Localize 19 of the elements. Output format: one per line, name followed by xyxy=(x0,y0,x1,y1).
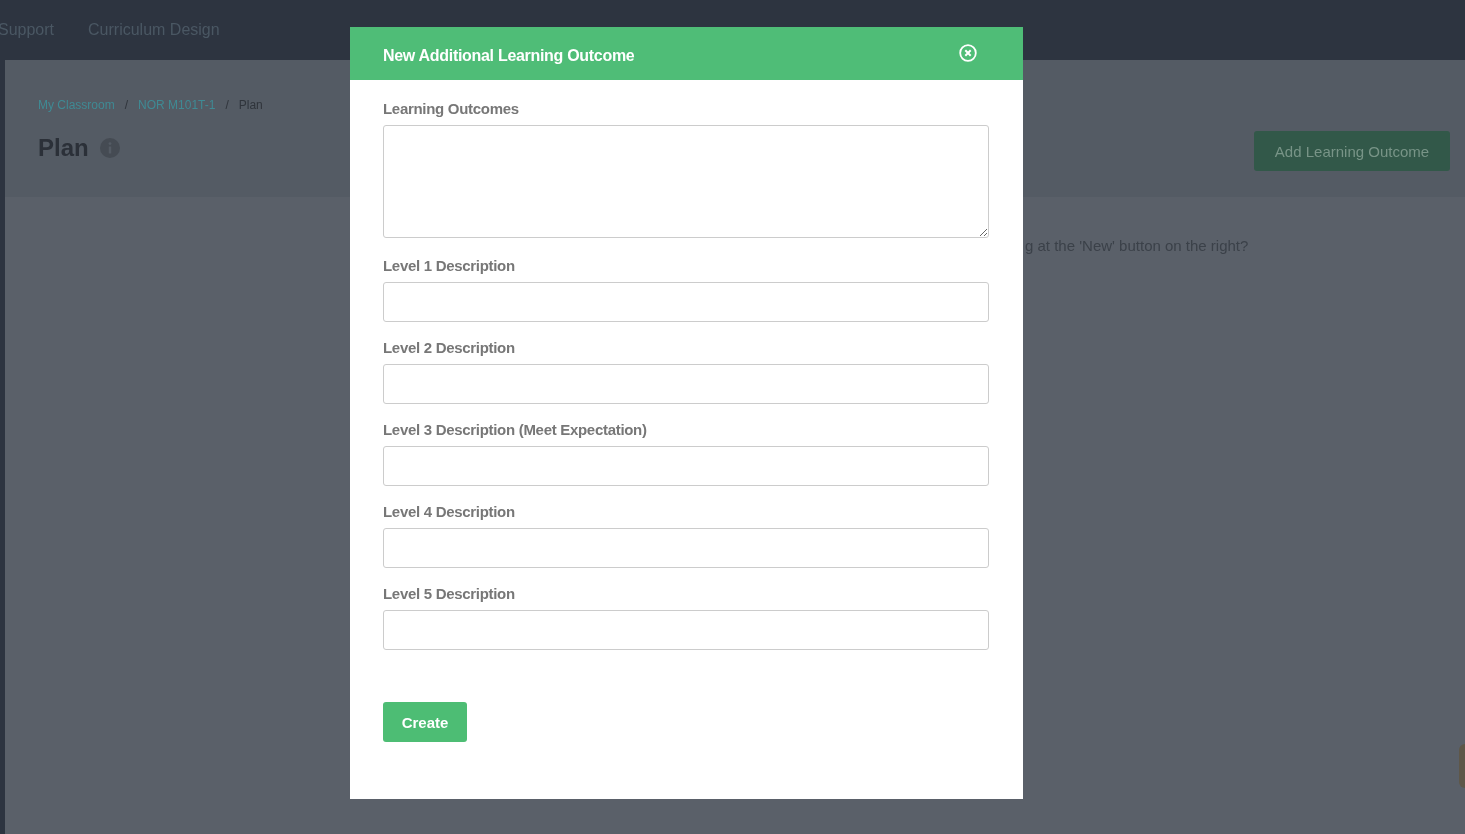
input-field[interactable] xyxy=(383,528,989,568)
input-field[interactable] xyxy=(383,446,989,486)
breadcrumb-separator: / xyxy=(124,98,129,112)
add-learning-outcome-button[interactable]: Add Learning Outcome xyxy=(1254,131,1450,171)
field-label: Level 2 Description xyxy=(383,339,516,356)
round-button[interactable] xyxy=(1459,744,1465,788)
field-label: Level 5 Description xyxy=(383,585,516,602)
modal-title: New Additional Learning Outcome xyxy=(383,47,635,65)
input-field[interactable] xyxy=(383,282,989,322)
create-button[interactable]: Create xyxy=(383,702,467,742)
field-label: Level 1 Description xyxy=(383,257,516,274)
field-label: Level 4 Description xyxy=(383,503,516,520)
text-area[interactable] xyxy=(383,125,989,238)
input-field[interactable] xyxy=(383,610,989,650)
breadcrumb-separator: / xyxy=(225,98,229,112)
input-field[interactable] xyxy=(383,364,989,404)
close-icon[interactable] xyxy=(959,44,977,62)
field-label: Learning Outcomes xyxy=(383,100,520,117)
field-label: Level 3 Description (Meet Expectation) xyxy=(383,421,648,438)
